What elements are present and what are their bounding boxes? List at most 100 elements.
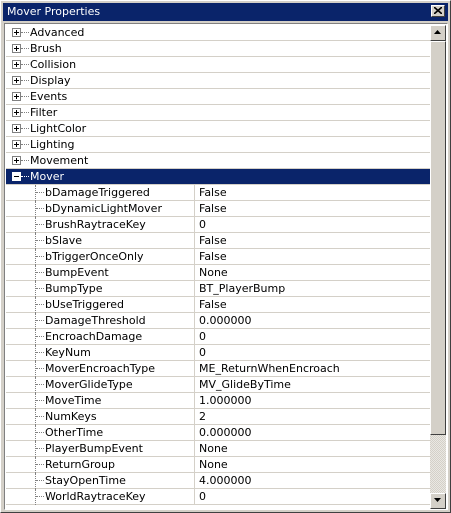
property-row[interactable]: BumpEvent None bbox=[6, 265, 430, 281]
column-divider bbox=[194, 201, 195, 217]
column-divider bbox=[194, 281, 195, 297]
tree-connector bbox=[21, 32, 29, 33]
expand-plus-icon[interactable] bbox=[12, 60, 21, 69]
category-collision[interactable]: Collision bbox=[6, 57, 430, 73]
vertical-scrollbar[interactable] bbox=[430, 25, 446, 509]
property-value[interactable]: 1.000000 bbox=[199, 393, 252, 408]
category-advanced[interactable]: Advanced bbox=[6, 25, 430, 41]
expand-plus-icon[interactable] bbox=[12, 156, 21, 165]
property-row[interactable]: bTriggerOnceOnly False bbox=[6, 249, 430, 265]
tree-connector bbox=[21, 64, 29, 65]
property-value[interactable]: False bbox=[199, 201, 227, 216]
category-lighting[interactable]: Lighting bbox=[6, 137, 430, 153]
tree-connector bbox=[21, 80, 29, 81]
tree-line bbox=[35, 377, 37, 393]
property-row[interactable]: DamageThreshold 0.000000 bbox=[6, 313, 430, 329]
property-name: bSlave bbox=[45, 234, 83, 247]
property-row[interactable]: MoverEncroachType ME_ReturnWhenEncroach bbox=[6, 361, 430, 377]
column-divider bbox=[194, 233, 195, 249]
property-row[interactable]: WorldRaytraceKey 0 bbox=[6, 489, 430, 505]
property-value[interactable]: 0 bbox=[199, 345, 206, 360]
expand-plus-icon[interactable] bbox=[12, 108, 21, 117]
property-list: Advanced Brush Collision Display Events bbox=[6, 25, 430, 509]
property-value[interactable]: 4.000000 bbox=[199, 473, 252, 488]
expand-plus-icon[interactable] bbox=[12, 76, 21, 85]
tree-connector bbox=[36, 480, 44, 481]
title-bar[interactable]: Mover Properties bbox=[3, 3, 448, 21]
property-value[interactable]: 0.000000 bbox=[199, 425, 252, 440]
category-label: Lighting bbox=[30, 138, 75, 151]
category-lightcolor[interactable]: LightColor bbox=[6, 121, 430, 137]
property-value[interactable]: False bbox=[199, 233, 227, 248]
expand-plus-icon[interactable] bbox=[12, 28, 21, 37]
tree-connector bbox=[36, 464, 44, 465]
property-row[interactable]: BumpType BT_PlayerBump bbox=[6, 281, 430, 297]
property-value[interactable]: 0 bbox=[199, 217, 206, 232]
property-row[interactable]: MoverGlideType MV_GlideByTime bbox=[6, 377, 430, 393]
property-value[interactable]: False bbox=[199, 297, 227, 312]
tree-line bbox=[35, 441, 37, 457]
scroll-thumb[interactable] bbox=[430, 41, 446, 435]
tree-connector bbox=[36, 448, 44, 449]
expand-plus-icon[interactable] bbox=[12, 92, 21, 101]
property-value[interactable]: MV_GlideByTime bbox=[199, 377, 291, 392]
property-row[interactable]: MoveTime 1.000000 bbox=[6, 393, 430, 409]
property-row[interactable]: StayOpenTime 4.000000 bbox=[6, 473, 430, 489]
column-divider bbox=[194, 425, 195, 441]
property-name: ReturnGroup bbox=[45, 458, 115, 471]
property-name: bTriggerOnceOnly bbox=[45, 250, 144, 263]
property-value[interactable]: None bbox=[199, 457, 228, 472]
column-divider bbox=[194, 185, 195, 201]
property-row[interactable]: bUseTriggered False bbox=[6, 297, 430, 313]
close-button[interactable] bbox=[431, 5, 445, 17]
category-movement[interactable]: Movement bbox=[6, 153, 430, 169]
scroll-down-button[interactable] bbox=[430, 493, 446, 509]
property-name: WorldRaytraceKey bbox=[45, 490, 146, 503]
tree-connector bbox=[36, 352, 44, 353]
tree-line bbox=[35, 265, 37, 281]
category-mover[interactable]: Mover bbox=[6, 169, 430, 185]
collapse-minus-icon[interactable] bbox=[12, 172, 21, 181]
column-divider bbox=[194, 345, 195, 361]
scroll-up-button[interactable] bbox=[430, 25, 446, 41]
property-row[interactable]: bDamageTriggered False bbox=[6, 185, 430, 201]
tree-connector bbox=[36, 336, 44, 337]
property-value[interactable]: 2 bbox=[199, 409, 206, 424]
tree-connector bbox=[36, 432, 44, 433]
property-value[interactable]: None bbox=[199, 265, 228, 280]
property-row[interactable]: OtherTime 0.000000 bbox=[6, 425, 430, 441]
category-brush[interactable]: Brush bbox=[6, 41, 430, 57]
property-value[interactable]: ME_ReturnWhenEncroach bbox=[199, 361, 340, 376]
tree-connector bbox=[36, 416, 44, 417]
column-divider bbox=[194, 441, 195, 457]
property-value[interactable]: False bbox=[199, 249, 227, 264]
property-row[interactable]: PlayerBumpEvent None bbox=[6, 441, 430, 457]
property-row[interactable]: NumKeys 2 bbox=[6, 409, 430, 425]
expand-plus-icon[interactable] bbox=[12, 44, 21, 53]
tree-connector bbox=[21, 160, 29, 161]
property-row[interactable]: bSlave False bbox=[6, 233, 430, 249]
property-value[interactable]: None bbox=[199, 441, 228, 456]
tree-connector bbox=[21, 96, 29, 97]
category-label: Movement bbox=[30, 154, 89, 167]
property-value[interactable]: 0.000000 bbox=[199, 313, 252, 328]
tree-line bbox=[35, 393, 37, 409]
category-events[interactable]: Events bbox=[6, 89, 430, 105]
property-value[interactable]: BT_PlayerBump bbox=[199, 281, 285, 296]
property-value[interactable]: 0 bbox=[199, 329, 206, 344]
expand-plus-icon[interactable] bbox=[12, 124, 21, 133]
category-filter[interactable]: Filter bbox=[6, 105, 430, 121]
property-value[interactable]: 0 bbox=[199, 489, 206, 504]
property-row[interactable]: KeyNum 0 bbox=[6, 345, 430, 361]
tree-connector bbox=[36, 384, 44, 385]
property-row[interactable]: ReturnGroup None bbox=[6, 457, 430, 473]
tree-connector bbox=[36, 256, 44, 257]
property-row[interactable]: EncroachDamage 0 bbox=[6, 329, 430, 345]
property-value[interactable]: False bbox=[199, 185, 227, 200]
property-row[interactable]: bDynamicLightMover False bbox=[6, 201, 430, 217]
tree-connector bbox=[36, 496, 44, 497]
property-row[interactable]: BrushRaytraceKey 0 bbox=[6, 217, 430, 233]
column-divider bbox=[194, 409, 195, 425]
expand-plus-icon[interactable] bbox=[12, 140, 21, 149]
category-display[interactable]: Display bbox=[6, 73, 430, 89]
